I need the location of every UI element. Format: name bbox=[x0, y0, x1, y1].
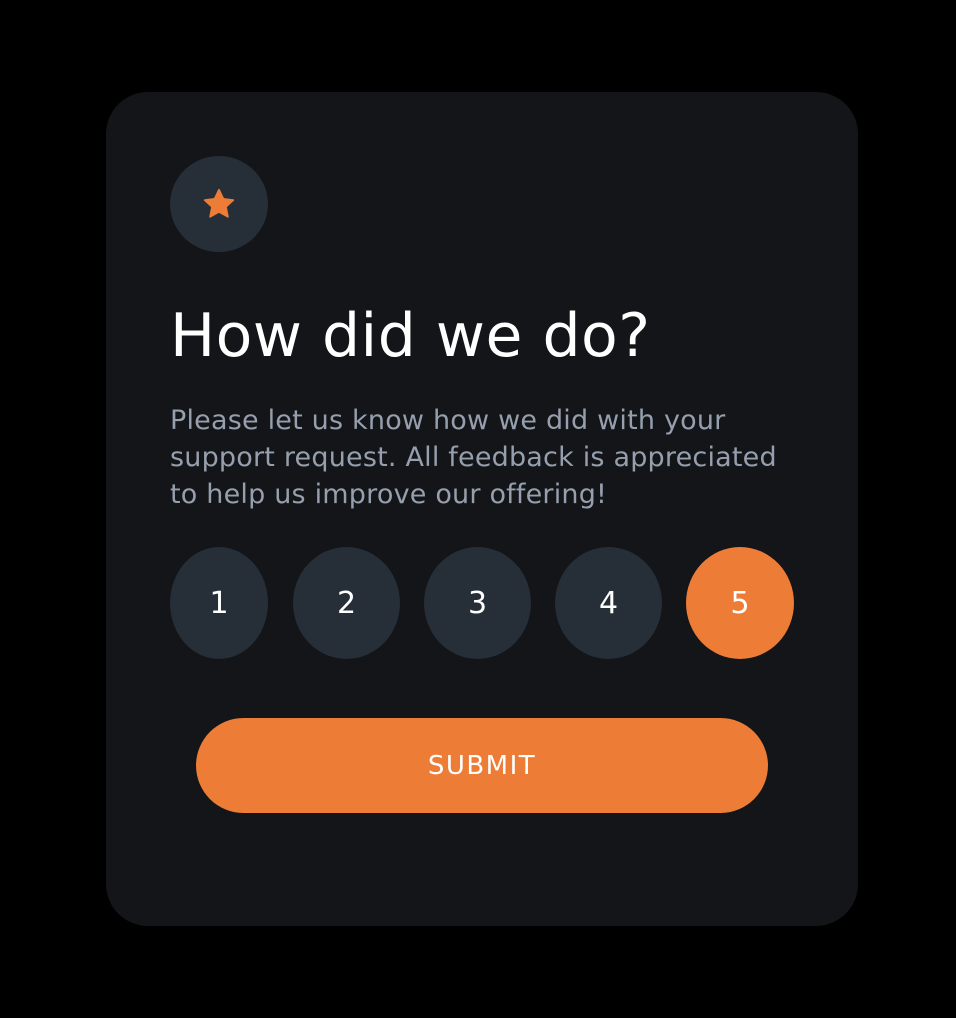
rating-option-1[interactable]: 1 bbox=[170, 547, 268, 659]
rating-option-3[interactable]: 3 bbox=[424, 547, 531, 659]
rating-option-4[interactable]: 4 bbox=[555, 547, 662, 659]
rating-card: How did we do? Please let us know how we… bbox=[106, 92, 858, 926]
star-icon bbox=[203, 188, 235, 218]
submit-button[interactable]: SUBMIT bbox=[196, 718, 768, 813]
description-text: Please let us know how we did with your … bbox=[170, 405, 777, 510]
star-badge bbox=[170, 156, 268, 252]
rating-option-5[interactable]: 5 bbox=[686, 547, 794, 659]
rating-options: 1 2 3 4 5 bbox=[170, 547, 795, 659]
rating-option-2[interactable]: 2 bbox=[293, 547, 400, 659]
page-title: How did we do? bbox=[170, 301, 651, 371]
